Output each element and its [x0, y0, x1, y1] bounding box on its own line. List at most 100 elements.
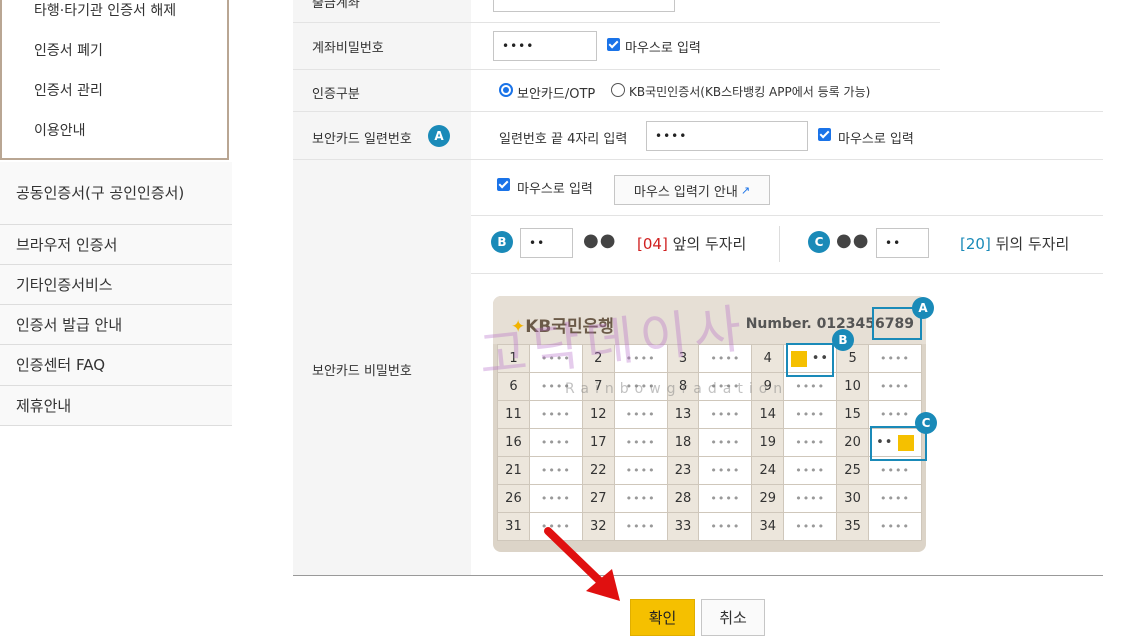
submenu-item-manage[interactable]: 인증서 관리: [34, 80, 103, 100]
badge-b-card-icon: B: [832, 329, 854, 351]
submenu-item-unlink[interactable]: 타행·타기관 인증서 해제: [34, 0, 176, 20]
serial-input[interactable]: ••••: [646, 121, 808, 151]
front-digit-hint: [04] 앞의 두자리: [637, 235, 747, 253]
watermark-sub: Rainbowgradation: [565, 381, 789, 397]
card-cell-number: 25: [836, 456, 870, 485]
card-cell-number: 22: [581, 456, 615, 485]
card-cell-number: 12: [581, 400, 615, 429]
card-cell-number: 34: [751, 512, 785, 541]
card-cell-value: ••••: [783, 484, 838, 513]
card-cell-value: ••••: [783, 512, 838, 541]
card-cell-value: ••••: [528, 428, 583, 457]
auth-radio-kb-cert[interactable]: [611, 83, 625, 97]
account-pw-mouse-label: 마우스로 입력: [625, 41, 701, 56]
page: 타행·타기관 인증서 해제 인증서 폐기 인증서 관리 이용안내 공동인증서(구…: [0, 0, 1144, 642]
submenu-item-guide[interactable]: 이용안내: [34, 120, 86, 140]
card-cell-value: ••••: [613, 456, 668, 485]
card-cell-value: ••••: [613, 428, 668, 457]
card-cell-value: ••••: [783, 400, 838, 429]
serial-mouse-checkbox[interactable]: [818, 128, 831, 141]
confirm-button[interactable]: 확인: [630, 599, 695, 636]
card-grid-row: 11 •••• 12 •••• 13 •••• 14 •••• 15 ••••: [497, 400, 922, 429]
back-masked-digits: ●●: [836, 230, 870, 251]
sidebar-item-joint-cert[interactable]: 공동인증서(구 공인인증서): [0, 162, 232, 225]
auth-type-label: 인증구분: [312, 87, 360, 102]
submenu-item-revoke[interactable]: 인증서 폐기: [34, 40, 103, 60]
auth-option-security-card: 보안카드/OTP: [517, 87, 596, 102]
card-cell-value: ••••: [783, 456, 838, 485]
badge-a-card-icon: A: [912, 297, 934, 319]
mouse-input-guide-button[interactable]: 마우스 입력기 안내 ↗: [614, 175, 770, 205]
cancel-button[interactable]: 취소: [701, 599, 765, 636]
card-cell-number: 28: [666, 484, 700, 513]
account-password-input[interactable]: ••••: [493, 31, 597, 61]
badge-a-icon: A: [428, 125, 450, 147]
card-cell-number: 29: [751, 484, 785, 513]
card-cell-number: 24: [751, 456, 785, 485]
account-pw-mouse-checkbox[interactable]: [607, 38, 620, 51]
card-cell-number: 13: [666, 400, 700, 429]
card-cell-number: 26: [497, 484, 530, 513]
card-cell-number: 10: [836, 372, 870, 401]
card-grid-row: 21 •••• 22 •••• 23 •••• 24 •••• 25 ••••: [497, 456, 922, 485]
card-cell-value: ••••: [698, 428, 753, 457]
card-cell-value: ••••: [698, 456, 753, 485]
card-cell-number: 35: [836, 512, 870, 541]
badge-c-card-icon: C: [915, 412, 937, 434]
card-cell-number: 11: [497, 400, 530, 429]
card-pw-mouse-label: 마우스로 입력: [517, 182, 593, 197]
back-digits-input[interactable]: ••: [876, 228, 929, 258]
card-cell-value: ••••: [528, 484, 583, 513]
serial-label: 보안카드 일련번호: [312, 132, 412, 147]
card-cell-value: ••••: [698, 400, 753, 429]
external-link-icon: ↗: [740, 183, 751, 197]
sidebar-submenu: 타행·타기관 인증서 해제 인증서 폐기 인증서 관리 이용안내: [0, 0, 229, 160]
withdraw-account-label: 출금계좌: [312, 0, 360, 11]
card-cell-number: 33: [666, 512, 700, 541]
card-cell-number: 16: [497, 428, 530, 457]
card-cell-value: ••••: [528, 456, 583, 485]
sidebar-menu: 공동인증서(구 공인인증서) 브라우저 인증서 기타인증서비스 인증서 발급 안…: [0, 162, 232, 426]
withdraw-account-select[interactable]: [493, 0, 675, 12]
serial-mouse-label: 마우스로 입력: [838, 132, 914, 147]
card-cell-value: ••••: [868, 372, 922, 401]
highlight-cell-4: [786, 343, 834, 377]
card-cell-number: 18: [666, 428, 700, 457]
card-cell-number: 23: [666, 456, 700, 485]
card-cell-value: ••••: [868, 400, 922, 429]
sidebar-item-issue-guide[interactable]: 인증서 발급 안내: [0, 305, 232, 345]
card-cell-number: 27: [581, 484, 615, 513]
sidebar-item-faq[interactable]: 인증센터 FAQ: [0, 345, 232, 386]
badge-b-icon: B: [491, 231, 513, 253]
red-arrow-icon: [544, 527, 620, 601]
sidebar-item-browser-cert[interactable]: 브라우저 인증서: [0, 225, 232, 265]
card-cell-value: ••••: [868, 512, 922, 541]
card-cell-value: ••••: [868, 344, 922, 373]
sidebar-item-partnership[interactable]: 제휴안내: [0, 386, 232, 426]
card-pw-mouse-checkbox[interactable]: [497, 178, 510, 191]
auth-radio-security-card[interactable]: [499, 83, 513, 97]
card-cell-value: ••••: [698, 512, 753, 541]
card-cell-number: 31: [497, 512, 530, 541]
card-cell-value: ••••: [613, 400, 668, 429]
serial-prompt: 일련번호 끝 4자리 입력: [499, 132, 628, 147]
card-cell-value: ••••: [698, 484, 753, 513]
card-password-label: 보안카드 비밀번호: [312, 364, 412, 379]
card-grid-row: 26 •••• 27 •••• 28 •••• 29 •••• 30 ••••: [497, 484, 922, 513]
card-cell-value: ••••: [868, 484, 922, 513]
card-cell-number: 17: [581, 428, 615, 457]
front-digits-input[interactable]: ••: [520, 228, 573, 258]
card-cell-number: 30: [836, 484, 870, 513]
card-cell-number: 20: [836, 428, 870, 457]
back-digit-hint: [20] 뒤의 두자리: [960, 235, 1070, 253]
card-cell-number: 4: [751, 344, 785, 373]
card-cell-number: 15: [836, 400, 870, 429]
card-cell-value: ••••: [528, 400, 583, 429]
card-cell-number: 14: [751, 400, 785, 429]
auth-option-kb-cert: KB국민인증서(KB스타뱅킹 APP에서 등록 가능): [629, 85, 871, 99]
sidebar-item-other-cert[interactable]: 기타인증서비스: [0, 265, 232, 305]
card-grid-row: 16 •••• 17 •••• 18 •••• 19 •••• 20 ••: [497, 428, 922, 457]
account-password-label: 계좌비밀번호: [312, 41, 384, 56]
card-cell-value: ••••: [783, 428, 838, 457]
front-masked-digits: ●●: [583, 230, 617, 251]
